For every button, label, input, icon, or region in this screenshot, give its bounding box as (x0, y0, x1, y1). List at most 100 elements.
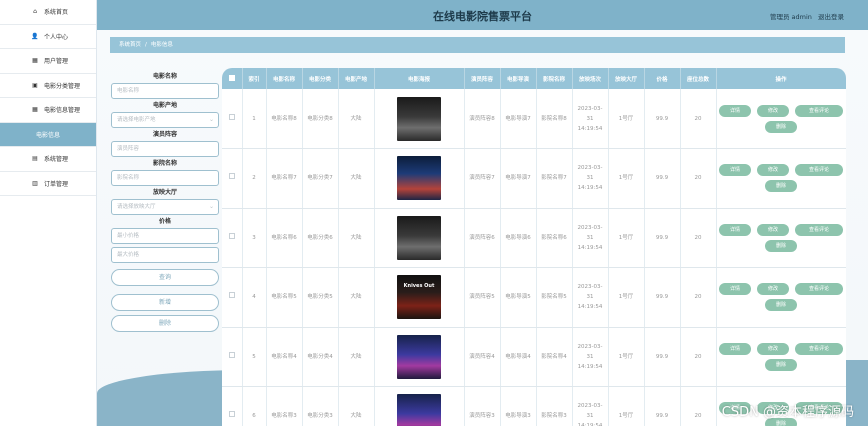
sidebar-item[interactable]: 👤 个人中心 (0, 25, 96, 49)
row-actions: 详情 修改 查看评论删除 (719, 283, 844, 312)
poster-cell: Knives Out (374, 267, 465, 328)
delete-row-button[interactable]: 删除 (765, 180, 797, 193)
view-comments-button[interactable]: 查看评论 (795, 342, 843, 355)
select-all-checkbox[interactable] (228, 74, 235, 81)
row-checkbox[interactable] (228, 113, 235, 120)
calendar-icon: ▣ (32, 81, 38, 89)
cinema-input[interactable]: 影院名称 (111, 170, 219, 186)
cell-index: 4 (242, 267, 267, 328)
table-row: 4 电影名称5 电影分类5 大陆 Knives Out 演员阵容5 电影导演5 影院名称5 20… (222, 267, 846, 328)
edit-button[interactable]: 修改 (757, 223, 789, 236)
row-checkbox[interactable] (228, 173, 235, 180)
delete-row-button[interactable]: 删除 (765, 120, 797, 133)
row-checkbox[interactable] (228, 232, 235, 239)
poster-cell (374, 148, 465, 209)
sidebar: ⌂ 系统首页 👤 个人中心 ▦ 用户管理 ▣ 电影分类管理 ▦ 电影信息管理 电影信息 ▤ 系统管理 ▥ 订… (0, 0, 97, 426)
row-actions: 详情 修改 查看评论删除 (719, 164, 844, 193)
add-button[interactable]: 新增 (111, 294, 219, 311)
row-checkbox-cell (222, 208, 243, 268)
detail-button[interactable]: 详情 (719, 342, 751, 355)
hall-select[interactable]: 请选择放映大厅 ⌄ (111, 199, 219, 215)
row-checkbox[interactable] (228, 351, 235, 358)
user-area: 管理员 admin 退出登录 (766, 11, 844, 21)
delete-row-button[interactable]: 删除 (765, 299, 797, 312)
cell-category: 电影分类7 (302, 148, 339, 209)
delete-row-button[interactable]: 删除 (765, 239, 797, 252)
origin-label: 电影产地 (152, 102, 177, 109)
view-comments-button[interactable]: 查看评论 (795, 164, 843, 177)
cell-session: 2023-03-31 14:19:54 (572, 267, 609, 328)
edit-button[interactable]: 修改 (757, 164, 789, 177)
breadcrumb-home[interactable]: 系统首页 (119, 42, 141, 48)
row-checkbox-cell (222, 327, 243, 387)
sidebar-item[interactable]: ▦ 电影信息管理 (0, 98, 96, 123)
detail-button[interactable]: 详情 (719, 164, 751, 177)
cell-director: 电影导演4 (500, 327, 537, 387)
cell-cast: 演员阵容8 (464, 89, 501, 149)
delete-row-button[interactable]: 删除 (765, 358, 797, 371)
edit-button[interactable]: 修改 (757, 104, 789, 117)
poster-cell (374, 208, 465, 268)
cell-hall: 1号厅 (608, 267, 645, 328)
cell-seats: 20 (680, 148, 717, 209)
sidebar-item[interactable]: ▦ 用户管理 (0, 49, 96, 74)
detail-button[interactable]: 详情 (719, 223, 751, 236)
origin-select[interactable]: 请选择电影产地 ⌄ (111, 112, 219, 128)
cell-cinema: 影院名称7 (536, 148, 573, 209)
table-row: 1 电影名称8 电影分类8 大陆 演员阵容8 电影导演7 影院名称8 2023-03-31 1… (222, 89, 846, 149)
view-comments-button[interactable]: 查看评论 (795, 223, 843, 236)
cast-label: 演员阵容 (152, 131, 177, 138)
movie-poster (397, 96, 441, 141)
name-input[interactable]: 电影名称 (111, 83, 219, 99)
cell-director: 电影导演5 (500, 267, 537, 328)
poster-cell (374, 89, 465, 149)
edit-button[interactable]: 修改 (757, 283, 789, 296)
select-all-checkbox-cell (222, 68, 243, 89)
detail-button[interactable]: 详情 (719, 283, 751, 296)
table-header-row: 索引 电影名称 电影分类 电影产地 电影海报 演员阵容 电影导演 影院名称 放映场次 放映大厅 价格… (222, 68, 846, 89)
logout-link[interactable]: 退出登录 (818, 13, 844, 21)
sidebar-item-label: 系统首页 (44, 9, 69, 17)
cell-hall: 1号厅 (608, 89, 645, 149)
sidebar-item[interactable]: ▥ 订单管理 (0, 172, 96, 196)
sidebar-item-label: 系统管理 (44, 156, 69, 164)
cell-cinema: 影院名称4 (536, 327, 573, 387)
column-header: 放映大厅 (608, 68, 645, 89)
view-comments-button[interactable]: 查看评论 (795, 104, 843, 117)
cell-category: 电影分类4 (302, 327, 339, 387)
cell-cast: 演员阵容4 (464, 327, 501, 387)
view-comments-button[interactable]: 查看评论 (795, 283, 843, 296)
row-checkbox[interactable] (228, 292, 235, 299)
cell-cast: 演员阵容3 (464, 386, 501, 426)
cell-hall: 1号厅 (608, 148, 645, 209)
cast-input[interactable]: 演员阵容 (111, 141, 219, 157)
table-row: 5 电影名称4 电影分类4 大陆 演员阵容4 电影导演4 影院名称4 2023-03-31 1… (222, 327, 846, 387)
row-checkbox[interactable] (228, 411, 235, 418)
movie-poster: Knives Out (397, 275, 441, 320)
row-actions: 详情 修改 查看评论删除 (719, 223, 844, 252)
actions-cell: 详情 修改 查看评论删除 (716, 327, 846, 387)
delete-button[interactable]: 删除 (111, 315, 219, 332)
cell-category: 电影分类8 (302, 89, 339, 149)
cell-cast: 演员阵容7 (464, 148, 501, 209)
breadcrumb-current: 电影信息 (150, 42, 173, 48)
query-button[interactable]: 查询 (111, 269, 219, 286)
column-header: 价格 (644, 68, 681, 89)
cell-origin: 大陆 (338, 267, 375, 328)
sidebar-item[interactable]: ▣ 电影分类管理 (0, 74, 96, 98)
edit-button[interactable]: 修改 (757, 342, 789, 355)
detail-button[interactable]: 详情 (719, 104, 751, 117)
column-header: 影院名称 (536, 68, 573, 89)
sidebar-item[interactable]: ▤ 系统管理 (0, 147, 96, 172)
home-icon: ⌂ (33, 8, 37, 16)
row-checkbox-cell (222, 267, 243, 328)
price-max-input[interactable]: 最大价格 (111, 247, 219, 263)
cell-price: 99.9 (644, 208, 681, 268)
row-checkbox-cell (222, 89, 243, 149)
sidebar-item[interactable]: 电影信息 (0, 122, 96, 147)
movie-poster (397, 394, 441, 426)
cell-name: 电影名称6 (266, 208, 303, 268)
column-header: 电影名称 (266, 68, 303, 89)
price-min-input[interactable]: 最小价格 (111, 228, 219, 244)
sidebar-item[interactable]: ⌂ 系统首页 (0, 0, 96, 25)
